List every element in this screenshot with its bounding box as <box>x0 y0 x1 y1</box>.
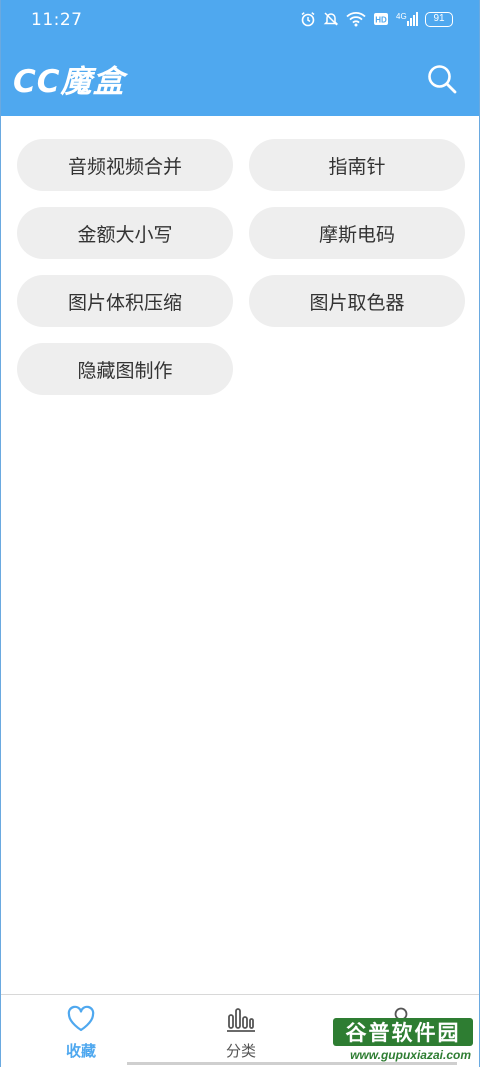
nav-favorites[interactable]: 收藏 <box>1 995 161 1067</box>
svg-text:HD: HD <box>375 16 387 25</box>
app-title: CC魔盒 <box>13 64 125 100</box>
alarm-icon <box>300 11 316 27</box>
app-header: 11:27 HD 4G 91 CC魔盒 <box>1 0 479 116</box>
tool-hidden-image-button[interactable]: 隐藏图制作 <box>17 343 233 395</box>
status-bar: 11:27 HD 4G 91 <box>1 0 479 40</box>
home-indicator <box>127 1062 457 1065</box>
bar-chart-icon <box>226 1004 256 1034</box>
tool-amount-case-button[interactable]: 金额大小写 <box>17 207 233 259</box>
status-icons: HD 4G 91 <box>300 11 453 27</box>
tool-image-compress-button[interactable]: 图片体积压缩 <box>17 275 233 327</box>
tool-compass-button[interactable]: 指南针 <box>249 139 465 191</box>
svg-text:4G: 4G <box>396 12 407 21</box>
wifi-icon <box>346 11 366 27</box>
nav-categories[interactable]: 分类 <box>161 995 321 1067</box>
tool-morse-code-button[interactable]: 摩斯电码 <box>249 207 465 259</box>
status-time: 11:27 <box>31 10 83 30</box>
watermark-logo: 谷普软件园 www.gupuxiazai.com <box>333 1018 473 1064</box>
battery-icon: 91 <box>425 11 453 27</box>
watermark-name: 谷普软件园 <box>333 1018 473 1046</box>
search-button[interactable] <box>425 62 459 96</box>
tool-grid: 音频视频合并 指南针 金额大小写 摩斯电码 图片体积压缩 图片取色器 隐藏图制作 <box>17 139 465 395</box>
signal-4g-icon: 4G <box>396 11 418 27</box>
hd-icon: HD <box>373 11 389 27</box>
tool-audio-video-merge-button[interactable]: 音频视频合并 <box>17 139 233 191</box>
mute-icon <box>323 11 339 27</box>
watermark-url: www.gupuxiazai.com <box>350 1048 471 1062</box>
tool-color-picker-button[interactable]: 图片取色器 <box>249 275 465 327</box>
heart-icon <box>66 1004 96 1034</box>
search-icon <box>428 65 457 94</box>
nav-categories-label: 分类 <box>225 1042 256 1060</box>
nav-favorites-label: 收藏 <box>65 1042 96 1060</box>
